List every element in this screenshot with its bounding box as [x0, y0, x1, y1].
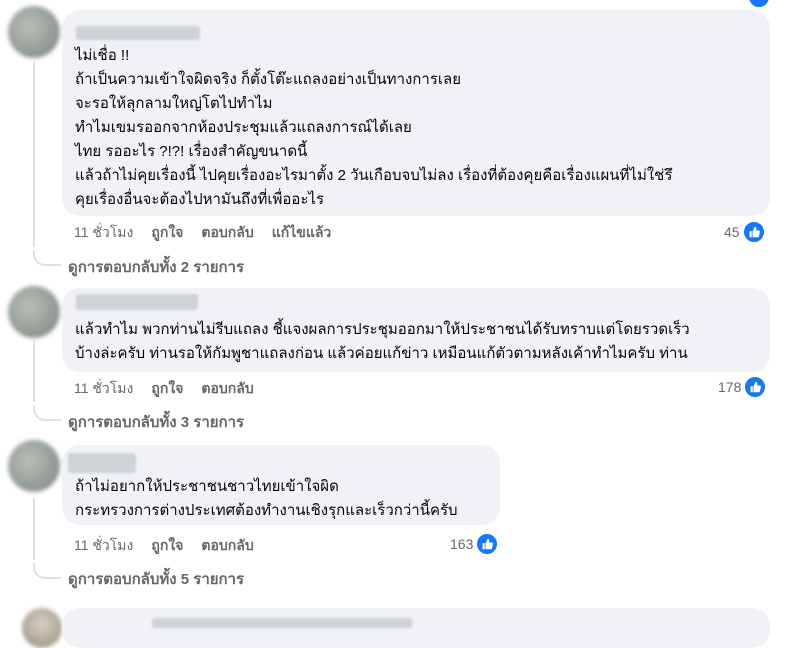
comment-text-line: ถ้าไม่อยากให้ประชาชนชาวไทยเข้าใจผิด: [75, 478, 339, 495]
commenter-name-redacted[interactable]: [68, 453, 136, 473]
comment-bubble: ไม่เชื่อ !! ถ้าเป็นความเข้าใจผิดจริง ก็ต…: [62, 10, 770, 216]
commenter-name-redacted[interactable]: [76, 26, 200, 40]
reaction-count[interactable]: 45: [724, 221, 765, 243]
thumbs-up-icon: [744, 376, 767, 398]
comment-text-line: บ้างล่ะครับ ท่านรอให้กัมพูชาแถลงก่อน แล้…: [75, 345, 688, 362]
commenter-name-redacted[interactable]: [152, 618, 412, 628]
comment-text-line: คุยเรื่องอื่นจะต้องไปหามันถึงที่เพื่ออะไ…: [75, 191, 325, 208]
like-count: 178: [718, 379, 742, 395]
avatar[interactable]: [8, 286, 60, 338]
like-count: 45: [724, 224, 740, 240]
edited-label[interactable]: แก้ไขแล้ว: [272, 224, 332, 240]
view-replies-link[interactable]: ดูการตอบกลับทั้ง 2 รายการ: [68, 255, 244, 279]
thread-line: [33, 340, 35, 402]
comment-bubble: แล้วทำไม พวกท่านไม่รีบแถลง ชี้แจงผลการปร…: [62, 288, 770, 372]
comment-actions: 11 ชั่วโมง ถูกใจ ตอบกลับ: [74, 535, 272, 557]
comment-text-line: ไทย รออะไร ?!?! เรื่องสำคัญขนาดนี้: [75, 143, 308, 160]
like-button[interactable]: ถูกใจ: [151, 537, 183, 553]
comment-text-line: ไม่เชื่อ !!: [75, 47, 130, 64]
timestamp[interactable]: 11 ชั่วโมง: [74, 380, 133, 396]
reply-button[interactable]: ตอบกลับ: [201, 380, 253, 396]
reaction-count[interactable]: 163: [450, 533, 499, 555]
reaction-count[interactable]: 178: [718, 376, 767, 398]
thread-line: [33, 498, 35, 560]
comment-actions: 11 ชั่วโมง ถูกใจ ตอบกลับ: [74, 378, 272, 400]
thread-connector: [33, 250, 61, 266]
comment-text-line: แล้วทำไม พวกท่านไม่รีบแถลง ชี้แจงผลการปร…: [75, 321, 690, 338]
thumbs-up-icon: [476, 533, 499, 555]
reply-button[interactable]: ตอบกลับ: [201, 537, 253, 553]
avatar[interactable]: [22, 608, 62, 648]
comment-text-line: แล้วถ้าไม่คุยเรื่องนี้ ไปคุยเรื่องอะไรมา…: [75, 167, 673, 184]
comment-text-line: จะรอให้ลุกลามใหญ่โตไปทำไม: [75, 95, 273, 112]
like-button[interactable]: ถูกใจ: [151, 380, 183, 396]
thumbs-up-icon: [742, 221, 765, 243]
timestamp[interactable]: 11 ชั่วโมง: [74, 537, 133, 553]
avatar[interactable]: [8, 440, 60, 492]
comment-actions: 11 ชั่วโมง ถูกใจ ตอบกลับ แก้ไขแล้ว: [74, 222, 349, 244]
comment-text-line: ถ้าเป็นความเข้าใจผิดจริง ก็ตั้งโต๊ะแถลงอ…: [75, 71, 461, 88]
thread-connector: [33, 405, 61, 421]
thread-connector: [33, 563, 61, 579]
thread-line: [33, 62, 35, 247]
view-replies-link[interactable]: ดูการตอบกลับทั้ง 3 รายการ: [68, 410, 244, 434]
reply-button[interactable]: ตอบกลับ: [201, 224, 253, 240]
comment-text-line: กระทรวงการต่างประเทศต้องทำงานเชิงรุกและเ…: [75, 502, 458, 519]
view-replies-link[interactable]: ดูการตอบกลับทั้ง 5 รายการ: [68, 567, 244, 591]
commenter-name-redacted[interactable]: [76, 294, 198, 310]
comment-bubble: ถ้าไม่อยากให้ประชาชนชาวไทยเข้าใจผิด กระท…: [62, 445, 500, 525]
comment-bubble: [62, 608, 770, 648]
avatar[interactable]: [8, 6, 60, 58]
comment-text-line: ทำไมเขมรออกจากห้องประชุมแล้วแถลงการณ์ได้…: [75, 119, 412, 136]
thumbs-up-icon: [748, 0, 770, 8]
like-button[interactable]: ถูกใจ: [151, 224, 183, 240]
timestamp[interactable]: 11 ชั่วโมง: [74, 224, 133, 240]
like-count: 163: [450, 536, 474, 552]
